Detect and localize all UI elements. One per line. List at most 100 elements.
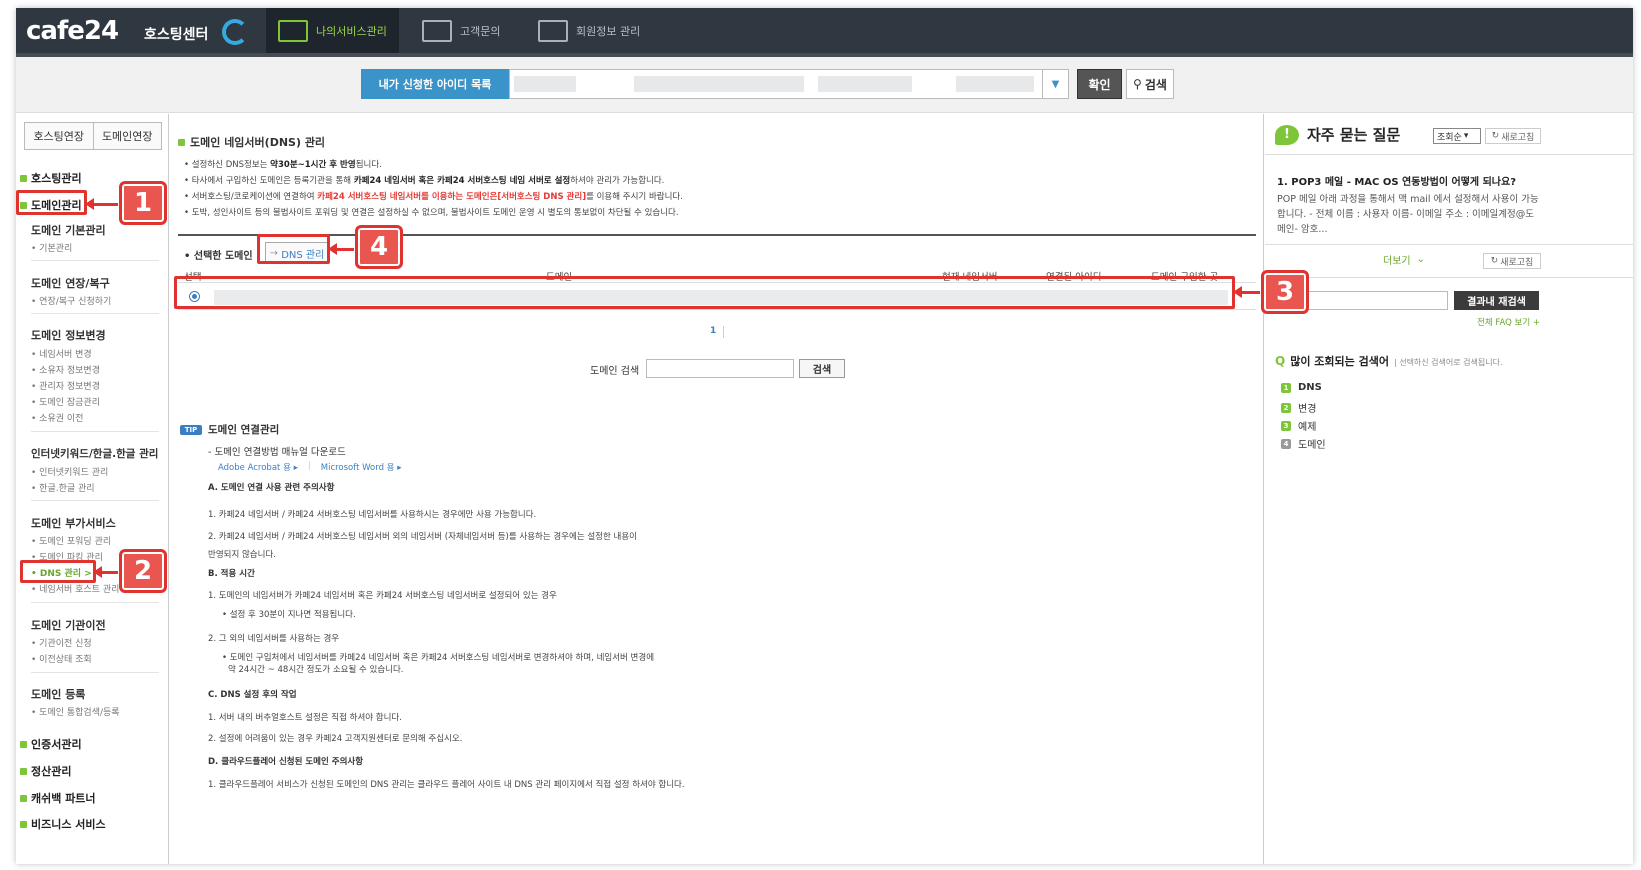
submenu-item[interactable]: • 연장/복구 신청하기: [31, 294, 111, 307]
word-link[interactable]: Microsoft Word 용 ▸: [321, 461, 402, 473]
popular-term[interactable]: 2 변경: [1281, 400, 1316, 415]
sort-select[interactable]: 조회순 ▾: [1433, 128, 1481, 144]
search-button-label: 검색: [1144, 77, 1167, 92]
group-domain-transfer[interactable]: 도메인 기관이전: [31, 617, 106, 633]
divider: [31, 500, 159, 501]
exclamation-icon: !: [1275, 124, 1299, 145]
submenu-item[interactable]: • 네임서버 호스트 관리: [31, 582, 119, 595]
chevron-down-icon[interactable]: ▼: [1042, 69, 1069, 99]
divider: [31, 602, 159, 603]
group-domain-renew[interactable]: 도메인 연장/복구: [31, 275, 110, 291]
logo-subtitle: 호스팅센터: [144, 27, 209, 43]
more-button[interactable]: 더보기 ⌄: [1383, 252, 1425, 267]
notice-text: 약30분~1시간 후 반영: [270, 160, 356, 170]
popular-term-label: 예제: [1298, 422, 1317, 433]
guide-line: 2. 카페24 네임서버 / 카페24 서버호스팅 네임서버 외의 네임서버 (…: [208, 532, 637, 542]
submenu-item[interactable]: • 관리자 정보변경: [31, 379, 100, 392]
notice-item: • 서버호스팅/코로케이션에 연결하여 카페24 서버호스팅 네임서버를 이용하…: [184, 189, 683, 205]
arrow-left-icon: [328, 243, 354, 255]
submenu-label: 기관이전 신청: [39, 639, 92, 649]
app-window: cafe24 호스팅센터 나의서비스관리 고객문의 회원정보 관리 내가 신청한…: [16, 8, 1633, 864]
sidebar-item-label: 비즈니스 서비스: [31, 818, 106, 831]
group-domain-register[interactable]: 도메인 등록: [31, 686, 85, 702]
group-domain-addon[interactable]: 도메인 부가서비스: [31, 515, 116, 531]
tab-my-service[interactable]: 나의서비스관리: [266, 8, 399, 53]
refresh-icon: ↻: [1491, 131, 1500, 141]
tab-member-info[interactable]: 회원정보 관리: [526, 8, 652, 53]
sidebar-item-hosting[interactable]: 호스팅관리: [20, 170, 82, 186]
faq-title: 자주 묻는 질문: [1307, 126, 1401, 144]
submenu-label: 한글.한글 관리: [39, 484, 95, 494]
id-search-bar: 내가 신청한 아이디 목록 ▼ 확인 ⚲ 검색: [16, 57, 1633, 113]
domain-extend-button[interactable]: 도메인연장: [93, 123, 161, 149]
notice-item: • 도박, 성인사이트 등의 불법사이트 포워딩 및 연결은 설정하실 수 없으…: [184, 205, 683, 221]
guide-heading: B. 적용 시간: [208, 569, 255, 579]
cafe24-logo[interactable]: cafe24: [26, 16, 119, 46]
rank-badge: 4: [1281, 438, 1291, 449]
notice-text: 서버호스팅/코로케이션에 연결하여: [191, 192, 318, 202]
hosting-extend-button[interactable]: 호스팅연장: [25, 123, 94, 149]
guide-line: 약 24시간 ~ 48시간 정도가 소요될 수 있습니다.: [228, 665, 404, 675]
blurred-id: [514, 76, 576, 92]
divider: [31, 313, 159, 314]
submenu-label: 소유자 정보변경: [39, 366, 100, 376]
submenu-item[interactable]: • 소유권 이전: [31, 411, 83, 424]
id-list-select[interactable]: [509, 69, 1069, 99]
domain-search-input[interactable]: [646, 359, 794, 378]
divider: [31, 672, 159, 673]
popular-term[interactable]: 1 DNS: [1281, 382, 1322, 393]
submenu-item[interactable]: • 도메인 포워딩 관리: [31, 534, 111, 547]
sidebar-item-certificate[interactable]: 인증서관리: [20, 736, 82, 752]
tab-customer-inquiry[interactable]: 고객문의: [410, 8, 512, 53]
submenu-item[interactable]: • 도메인 통합검색/등록: [31, 705, 120, 718]
tip-title: 도메인 연결관리: [208, 424, 280, 436]
result-search-button[interactable]: 결과내 재검색: [1454, 291, 1539, 310]
bullet-icon: [178, 138, 185, 146]
bullet-icon: •: [184, 192, 192, 202]
domain-search-button[interactable]: 검색: [799, 359, 845, 378]
submenu-item[interactable]: • 도메인 잠금관리: [31, 395, 100, 408]
search-button[interactable]: ⚲ 검색: [1126, 69, 1174, 99]
main-content: 도메인 네임서버(DNS) 관리 • 설정하신 DNS정보는 약30분~1시간 …: [170, 114, 1264, 864]
submenu-label: 기본관리: [39, 244, 73, 254]
submenu-item[interactable]: • 네임서버 변경: [31, 347, 92, 360]
divider: [31, 260, 159, 261]
bullet-icon: •: [184, 176, 192, 186]
tab-label: 회원정보 관리: [576, 24, 641, 38]
arrow-left-icon: [85, 198, 118, 210]
submenu-item[interactable]: • 이전상태 조회: [31, 652, 92, 665]
group-keyword[interactable]: 인터넷키워드/한글.한글 관리: [31, 446, 158, 461]
notice-text: 도박, 성인사이트 등의 불법사이트 포워딩 및 연결은 설정하실 수 없으며,…: [191, 208, 679, 218]
confirm-button[interactable]: 확인: [1077, 69, 1122, 99]
submenu-item[interactable]: • 인터넷키워드 관리: [31, 465, 108, 478]
submenu-item[interactable]: • 기본관리: [31, 241, 72, 254]
blurred-id: [634, 76, 804, 92]
highlight-dns-menu: [20, 560, 96, 583]
faq-question[interactable]: 1. POP3 메일 - MAC OS 연동방법이 어떻게 되나요?: [1277, 173, 1516, 188]
sidebar-item-settlement[interactable]: 정산관리: [20, 763, 71, 779]
popular-term[interactable]: 4 도메인: [1281, 436, 1326, 451]
group-domain-info[interactable]: 도메인 정보변경: [31, 327, 106, 343]
more-label: 더보기: [1383, 256, 1411, 267]
refresh-button-2[interactable]: ↻ 새로고침: [1483, 253, 1541, 269]
guide-heading: A. 도메인 연결 사용 관련 주의사항: [208, 483, 335, 493]
sidebar-item-cashback[interactable]: 캐쉬백 파트너: [20, 790, 96, 806]
group-domain-basic[interactable]: 도메인 기본관리: [31, 222, 106, 238]
submenu-item[interactable]: • 한글.한글 관리: [31, 481, 95, 494]
tab-label: 나의서비스관리: [316, 24, 387, 38]
guide-heading: D. 클라우드플레어 신청된 도메인 주의사항: [208, 757, 364, 767]
guide-line: 2. 그 외의 네임서버를 사용하는 경우: [208, 634, 340, 644]
page-number[interactable]: 1: [710, 326, 716, 336]
faq-all-link[interactable]: 전체 FAQ 보기 +: [1477, 316, 1540, 328]
popular-term[interactable]: 3 예제: [1281, 418, 1316, 433]
arrow-left-icon: [1233, 286, 1260, 298]
callout-2: 2: [119, 549, 167, 593]
submenu-item[interactable]: • 기관이전 신청: [31, 636, 92, 649]
sidebar-item-business[interactable]: 비즈니스 서비스: [20, 816, 106, 832]
submenu-item[interactable]: • 소유자 정보변경: [31, 363, 100, 376]
faq-answer: POP 메일 아래 과정을 통해서 맥 mail 에서 설정해서 사용이 가능합…: [1277, 194, 1539, 235]
refresh-label: 새로고침: [1500, 257, 1534, 268]
highlight-domain-menu: [16, 190, 87, 215]
refresh-button[interactable]: ↻ 새로고침: [1485, 128, 1541, 144]
acrobat-link[interactable]: Adobe Acrobat 용 ▸: [218, 461, 298, 473]
